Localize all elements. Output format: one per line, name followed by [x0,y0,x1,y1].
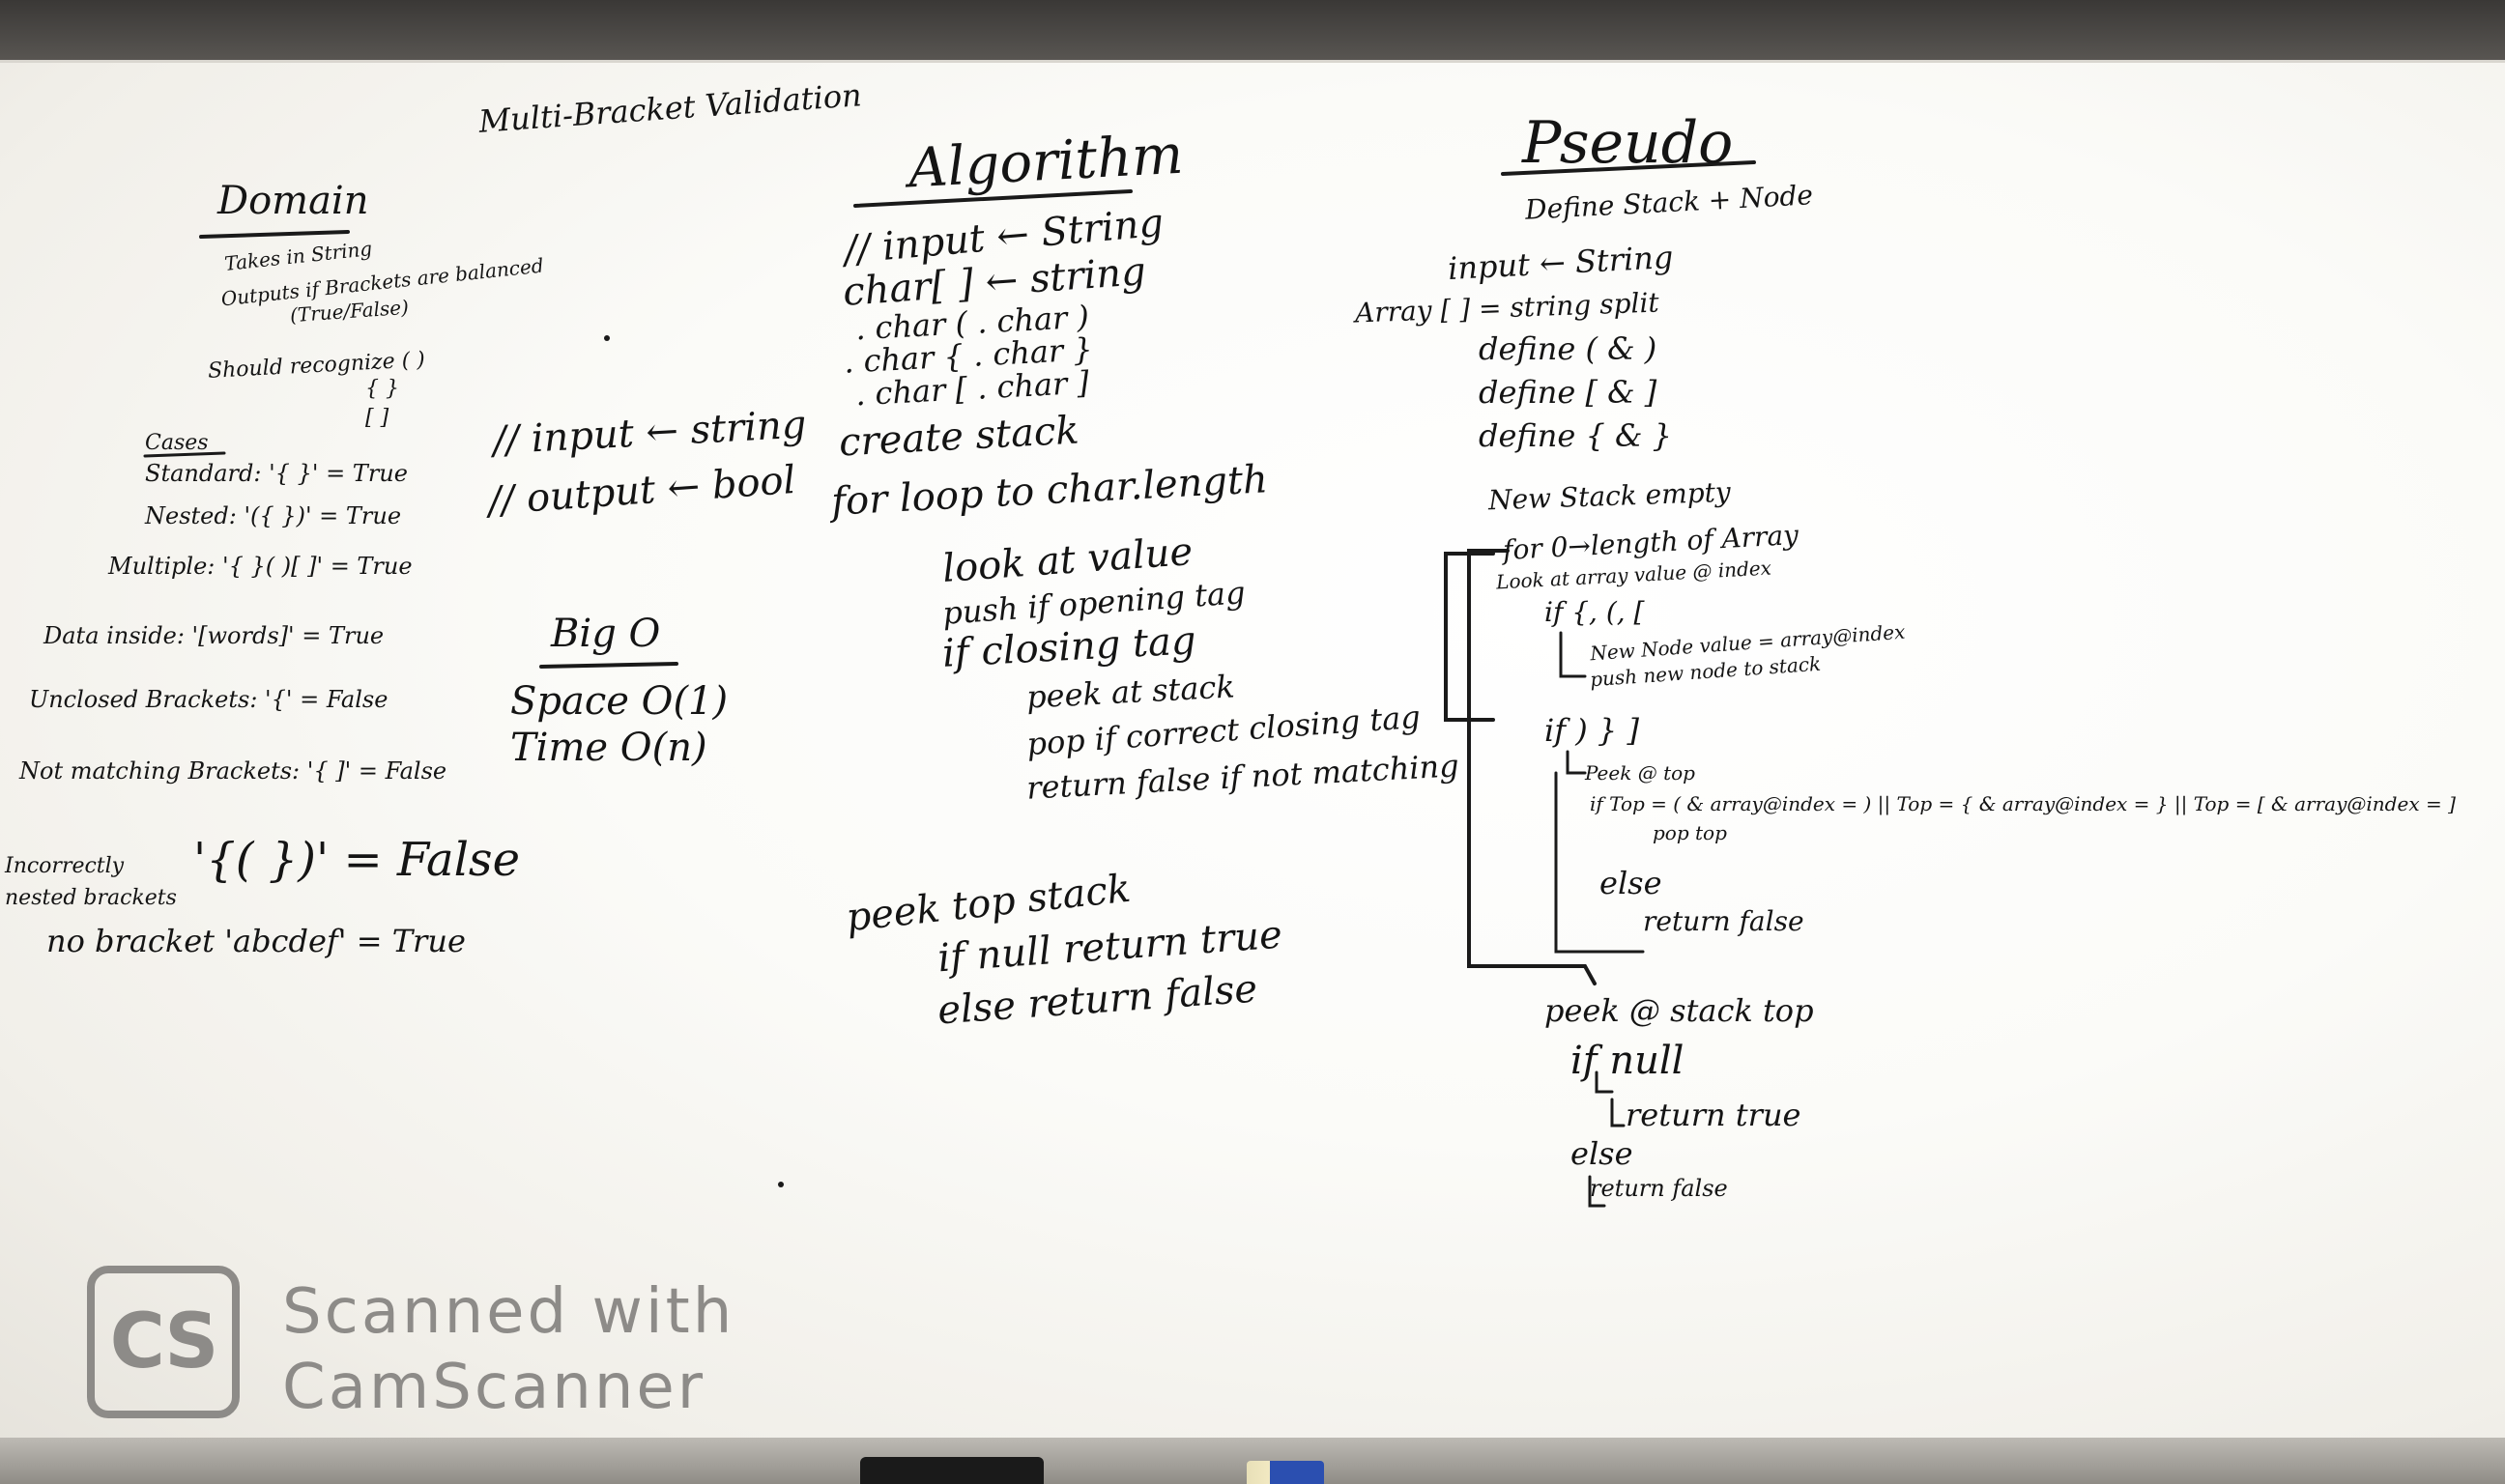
pseudo-line: return true [1626,1097,1801,1133]
case-line: Unclosed Brackets: '{' = False [29,686,389,713]
case-line: Standard: '{ }' = True [145,460,408,487]
case-line: Multiple: '{ }( )[ ]' = True [108,553,413,580]
watermark-line-1: Scanned with [282,1276,735,1348]
pseudo-line: if ) } ] [1544,712,1639,749]
camscanner-watermark: CS Scanned with CamScanner [87,1266,732,1435]
pseudo-line: else [1570,1135,1633,1172]
marker [1247,1461,1324,1484]
pseudo-line: return false [1590,1175,1728,1202]
domain-line: { } [365,377,399,401]
bigo-underline [539,662,678,669]
case-line: no bracket 'abcdef' = True [46,923,466,959]
cases-label: Cases [145,431,209,455]
return-true-bracket [1610,1098,1626,1127]
watermark-line-2: CamScanner [282,1352,706,1423]
pseudo-line: New Stack empty [1487,475,1732,517]
pseudo-line: peek @ stack top [1544,992,1814,1029]
camscanner-logo-text: CS [109,1298,219,1385]
pseudo-heading: Pseudo [1522,109,1734,177]
case-line: Incorrectly nested brackets [5,854,177,910]
domain-line: [ ] [365,406,389,430]
pseudo-line: pop top [1653,821,1727,844]
pseudo-line: define ( & ) [1479,330,1657,367]
if-close-arrow [1566,750,1587,775]
pseudo-line: define [ & ] [1479,374,1657,411]
pseudo-line: else [1599,865,1662,901]
camscanner-logo-icon: CS [87,1266,240,1418]
pseudo-line: if Top = ( & array@index = ) || Top = { … [1590,792,2456,815]
pseudo-line: if null [1570,1039,1684,1083]
pseudo-line: define { & } [1479,417,1673,454]
case-line: Nested: '({ })' = True [145,502,402,529]
pseudo-line: Peek @ top [1585,761,1695,785]
bigo-space: Space O(1) [510,679,729,724]
algorithm-heading: Algorithm [907,123,1185,201]
case-line: Data inside: '[words]' = True [43,622,385,649]
domain-heading: Domain [217,179,369,223]
eraser [860,1457,1044,1484]
bigo-time: Time O(n) [510,726,707,770]
bigo-heading: Big O [551,612,661,656]
pseudo-line: if {, (, [ [1544,596,1645,628]
case-line: Not matching Brackets: '{ ]' = False [19,757,447,785]
if-open-bracket [1559,631,1587,678]
case-line: '{( })' = False [193,833,520,887]
domain-underline [199,230,350,239]
pseudo-line: return false [1643,905,1804,937]
